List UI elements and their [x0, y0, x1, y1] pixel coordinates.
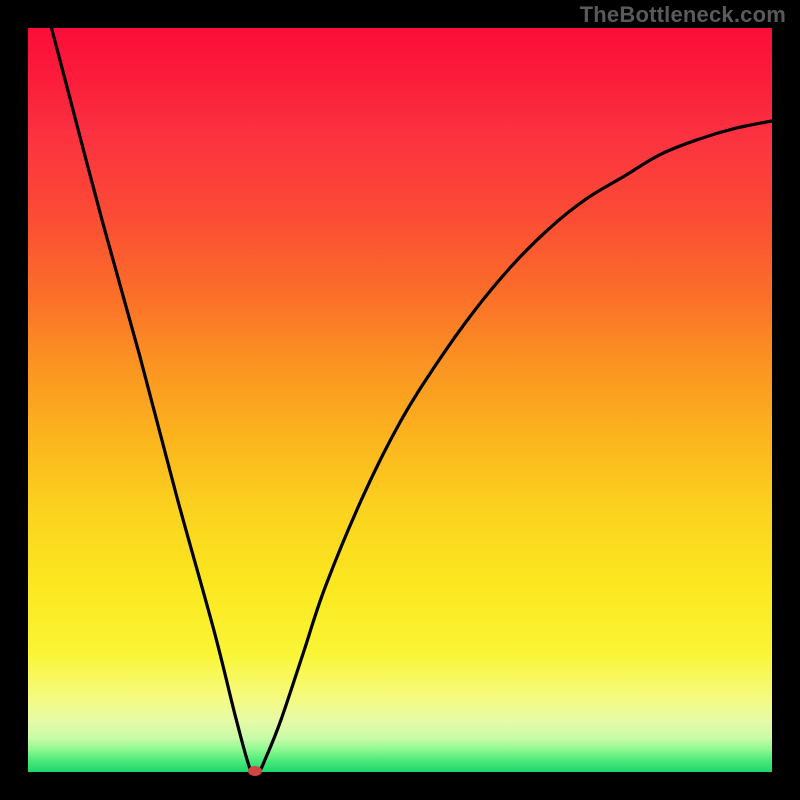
min-marker [248, 766, 262, 776]
watermark-text: TheBottleneck.com [580, 2, 786, 28]
curve-svg [28, 28, 772, 772]
chart-frame: TheBottleneck.com [0, 0, 800, 800]
plot-area [28, 28, 772, 772]
bottleneck-curve-path [28, 28, 772, 772]
